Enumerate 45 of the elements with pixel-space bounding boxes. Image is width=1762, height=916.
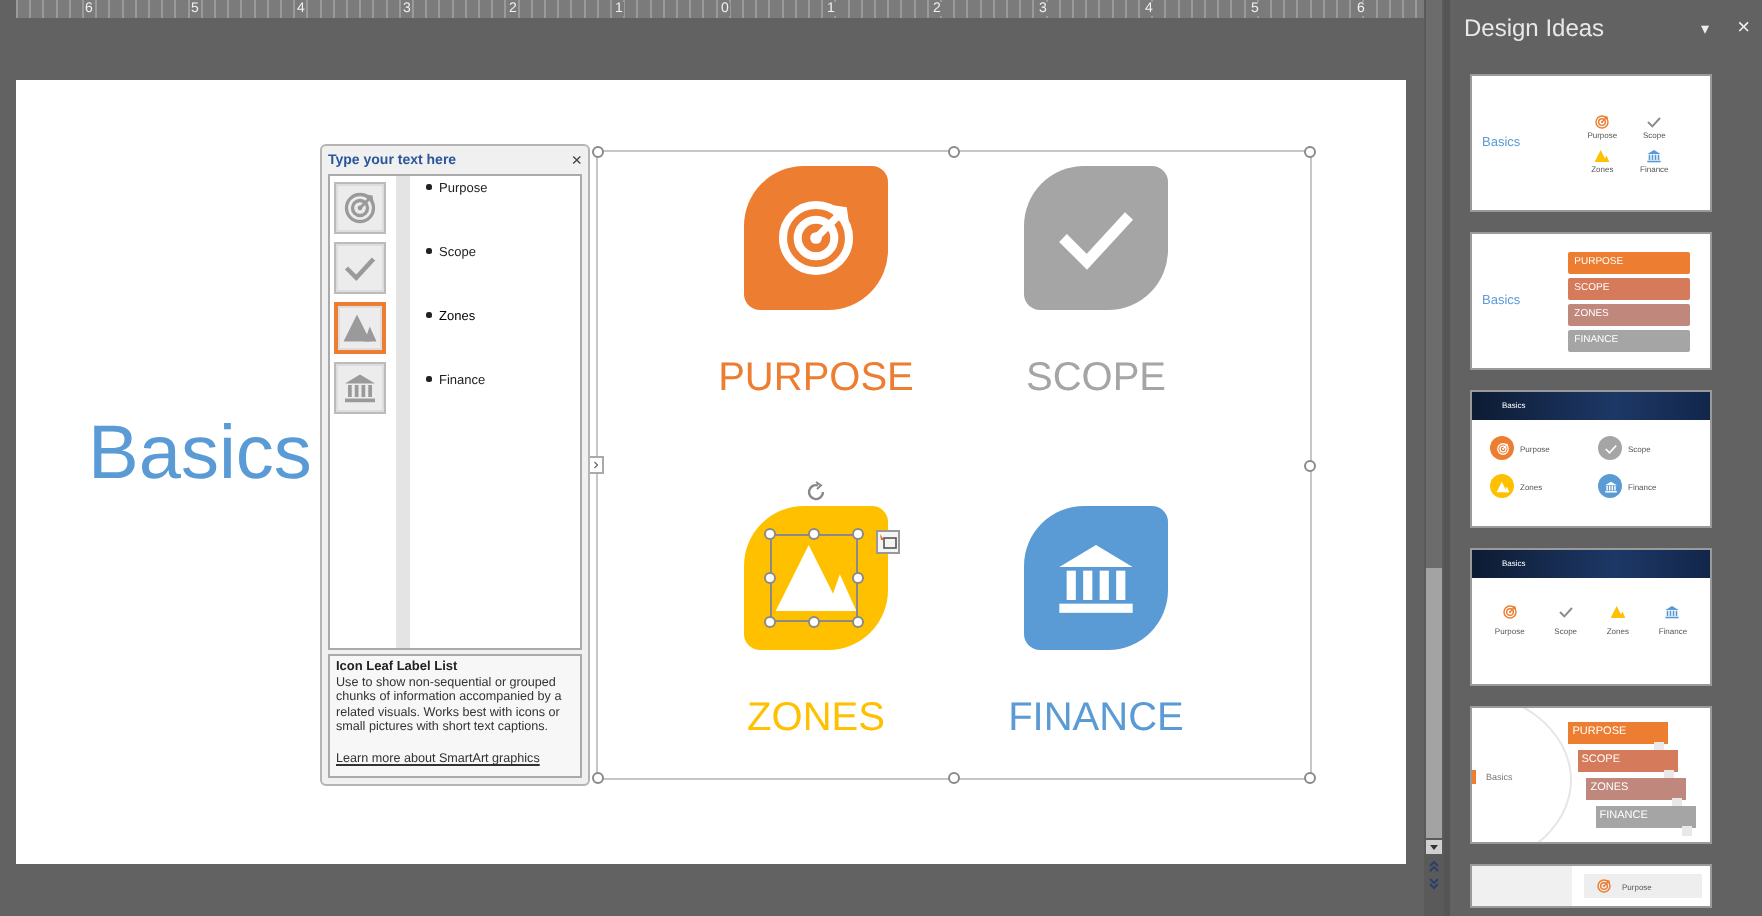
item-label: ZONES (747, 694, 885, 742)
picture-placeholder[interactable] (334, 241, 386, 294)
pane-title: Design Ideas (1464, 14, 1607, 42)
accent-tab (1472, 770, 1476, 784)
checkmark-icon (1603, 441, 1617, 455)
resize-handle[interactable] (852, 528, 864, 540)
scroll-down-icon[interactable] (1426, 840, 1442, 854)
resize-handle[interactable] (852, 616, 864, 628)
resize-handle[interactable] (808, 528, 820, 540)
close-button[interactable]: × (571, 152, 582, 171)
resize-handle[interactable] (764, 616, 776, 628)
icon-tile[interactable] (744, 506, 888, 650)
rotate-handle-icon[interactable] (804, 480, 828, 504)
item-label: FINANCE (1008, 694, 1184, 742)
resize-handle[interactable] (948, 146, 960, 158)
bank-icon (1603, 479, 1617, 493)
picture-placeholder[interactable] (334, 361, 386, 414)
icon-tile[interactable] (1024, 166, 1168, 310)
target-icon (1495, 441, 1509, 455)
icon-tile[interactable] (1024, 506, 1168, 650)
pane-menu-button[interactable]: ▾ (1701, 19, 1710, 37)
slide-title: Basics (88, 412, 312, 498)
scrollbar[interactable] (1426, 0, 1442, 838)
icon-tile[interactable] (744, 166, 888, 310)
pane-scrollbar[interactable] (396, 175, 410, 648)
bank-icon (342, 369, 378, 406)
layout-options-icon[interactable] (876, 530, 900, 554)
resize-handle[interactable] (852, 572, 864, 584)
item-label: PURPOSE (718, 354, 914, 402)
picture-placeholder[interactable] (334, 181, 386, 234)
resize-handle[interactable] (1304, 459, 1316, 471)
resize-handle[interactable] (764, 572, 776, 584)
resize-handle[interactable] (764, 528, 776, 540)
resize-handle[interactable] (592, 772, 604, 784)
resize-handle[interactable] (808, 616, 820, 628)
resize-handle[interactable] (592, 146, 604, 158)
resize-handle[interactable] (1304, 772, 1316, 784)
close-button[interactable]: × (1737, 16, 1750, 40)
resize-handle[interactable] (1304, 146, 1316, 158)
picture-placeholder[interactable] (334, 301, 386, 354)
mountain-icon (1495, 479, 1509, 493)
resize-handle[interactable] (948, 772, 960, 784)
mountain-icon (342, 309, 378, 346)
target-icon (342, 189, 378, 226)
item-label: SCOPE (1025, 354, 1167, 402)
